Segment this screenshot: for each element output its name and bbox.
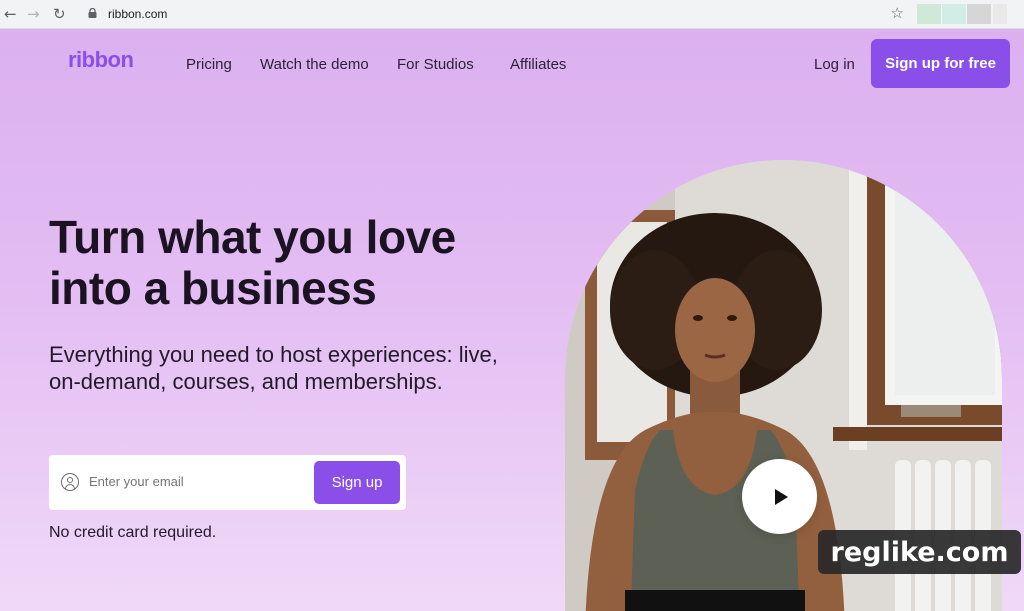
nav-for-studios[interactable]: For Studios bbox=[397, 56, 474, 73]
play-icon bbox=[775, 488, 788, 505]
star-icon[interactable]: ☆ bbox=[891, 4, 904, 22]
email-signup-form: Sign up bbox=[49, 455, 406, 510]
user-icon bbox=[61, 473, 79, 491]
back-arrow-icon[interactable]: ← bbox=[4, 4, 17, 24]
signup-free-button[interactable]: Sign up for free bbox=[871, 39, 1010, 88]
headline-line: into a business bbox=[49, 262, 377, 314]
hero-headline: Turn what you love into a business bbox=[49, 212, 456, 314]
address-bar[interactable]: ribbon.com ☆ bbox=[80, 3, 910, 25]
lock-icon bbox=[88, 8, 97, 18]
logo-text: ribbon bbox=[68, 47, 134, 72]
logo[interactable]: ribbon bbox=[68, 47, 134, 73]
browser-toolbar: ← → ↻ ribbon.com ☆ bbox=[0, 0, 1024, 29]
forward-arrow-icon[interactable]: → bbox=[27, 4, 40, 24]
headline-line: Turn what you love bbox=[49, 211, 456, 263]
profile-icon[interactable] bbox=[993, 4, 1007, 24]
email-input[interactable] bbox=[89, 474, 309, 489]
reload-icon[interactable]: ↻ bbox=[53, 4, 66, 24]
watermark: reglike.com bbox=[818, 530, 1021, 574]
nav-watch-demo[interactable]: Watch the demo bbox=[260, 56, 369, 73]
nav-affiliates[interactable]: Affiliates bbox=[510, 56, 566, 73]
nav-pricing[interactable]: Pricing bbox=[186, 56, 232, 73]
login-link[interactable]: Log in bbox=[814, 56, 855, 73]
no-credit-card-note: No credit card required. bbox=[49, 524, 217, 541]
url-text: ribbon.com bbox=[108, 7, 168, 21]
hero-subhead: Everything you need to host experiences:… bbox=[49, 342, 498, 394]
signup-button[interactable]: Sign up bbox=[314, 461, 400, 504]
play-video-button[interactable] bbox=[742, 459, 817, 534]
page: ribbon Pricing Watch the demo For Studio… bbox=[0, 29, 1024, 611]
extension-icon[interactable] bbox=[967, 4, 991, 24]
extension-icon[interactable] bbox=[942, 4, 966, 24]
extension-icon[interactable] bbox=[917, 4, 941, 24]
